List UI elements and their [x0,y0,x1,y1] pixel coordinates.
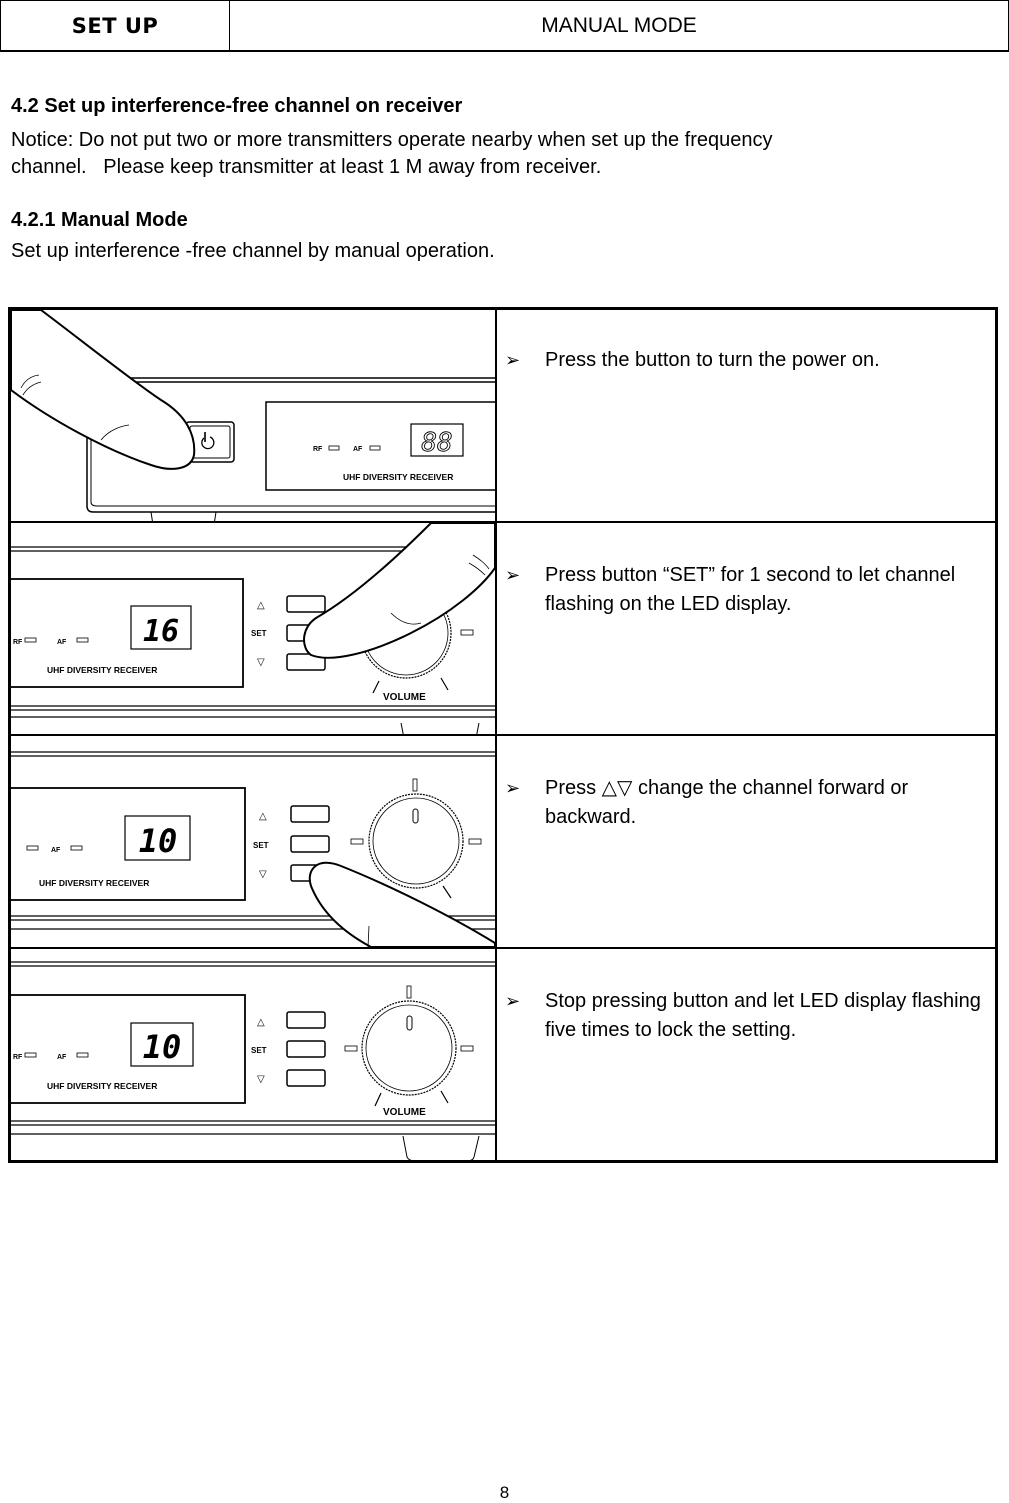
led-digits: 88 [421,428,452,458]
model-label: UHF DIVERSITY RECEIVER [47,1081,157,1091]
step-row: RF AF 88 UHF DIVERSITY RECEIVER ➢ Press … [8,307,998,523]
model-label: UHF DIVERSITY RECEIVER [39,878,149,888]
led-digits: 10 [143,1028,182,1066]
step-row: AF 10 UHF DIVERSITY RECEIVER △ SET ▽ ➢ P… [8,734,998,949]
bullet-arrow-icon: ➢ [505,565,521,585]
set-label: SET [253,841,269,850]
step-description: ➢ Stop pressing button and let LED displ… [495,947,998,1163]
step-text: Stop pressing button and let LED display… [545,990,981,1041]
step-illustration: RF AF 10 UHF DIVERSITY RECEIVER △ SET ▽ [8,947,497,1163]
set-label: SET [251,629,267,638]
step-text: Press button “SET” for 1 second to let c… [545,564,956,615]
up-arrow-icon: △ [257,600,265,611]
step-illustration: RF AF 16 UHF DIVERSITY RECEIVER △ SET ▽ [8,521,497,736]
page-header: SET UP MANUAL MODE [0,0,1009,52]
af-label: AF [353,446,363,453]
bullet-arrow-icon: ➢ [505,991,521,1011]
up-button[interactable] [286,1011,326,1029]
set-button[interactable] [290,835,330,853]
step-text: Press the button to turn the power on. [545,349,880,371]
notice-line-2: channel. Please keep transmitter at leas… [11,156,602,178]
af-label: AF [51,847,61,854]
volume-knob[interactable] [361,1000,457,1096]
notice-line-1: Notice: Do not put two or more transmitt… [11,129,773,151]
rf-label: RF [13,639,23,646]
rf-led [24,637,37,643]
page-title: MANUAL MODE [541,13,697,37]
step-description: ➢ Press △▽ change the channel forward or… [495,734,998,949]
down-button[interactable] [286,1069,326,1087]
receiver-locked-illustration: RF AF 10 UHF DIVERSITY RECEIVER △ SET ▽ [11,961,495,1160]
receiver-channel-illustration: AF 10 UHF DIVERSITY RECEIVER △ SET ▽ [11,751,495,946]
section-label: SET UP [1,1,230,50]
intro-text: Set up interference -free channel by man… [11,240,495,262]
rf-led [328,445,340,451]
rf-label: RF [313,446,323,453]
finger-icon [11,310,196,470]
step-illustration: RF AF 88 UHF DIVERSITY RECEIVER [8,307,497,523]
step-description: ➢ Press button “SET” for 1 second to let… [495,521,998,736]
led-digits: 10 [139,822,178,860]
subsection-heading: 4.2.1 Manual Mode [11,209,188,231]
finger-icon [308,861,495,946]
rf-label: RF [13,1054,23,1061]
volume-label: VOLUME [383,692,426,703]
set-label: SET [251,1046,267,1055]
up-arrow-icon: △ [257,1017,265,1028]
up-button[interactable] [286,595,326,613]
af-led [76,1052,89,1058]
receiver-set-illustration: RF AF 16 UHF DIVERSITY RECEIVER △ SET ▽ [11,524,495,733]
af-led [369,445,381,451]
up-arrow-icon: △ [259,811,267,822]
step-description: ➢ Press the button to turn the power on. [495,307,998,523]
steps-table: RF AF 88 UHF DIVERSITY RECEIVER ➢ Press … [8,307,998,1163]
rf-led [24,1052,37,1058]
step-illustration: AF 10 UHF DIVERSITY RECEIVER △ SET ▽ [8,734,497,949]
step-row: RF AF 16 UHF DIVERSITY RECEIVER △ SET ▽ [8,521,998,736]
af-label: AF [57,639,67,646]
volume-label: VOLUME [383,1107,426,1118]
bullet-arrow-icon: ➢ [505,350,521,370]
af-led [76,637,89,643]
notice-text: Notice: Do not put two or more transmitt… [11,127,971,181]
step-text: Press △▽ change the channel forward or b… [545,777,909,828]
model-label: UHF DIVERSITY RECEIVER [47,665,157,675]
section-heading: 4.2 Set up interference-free channel on … [11,95,463,117]
af-led [70,845,83,851]
down-arrow-icon: ▽ [257,657,265,668]
volume-knob[interactable] [368,793,464,889]
power-icon [201,432,215,450]
set-button[interactable] [286,1040,326,1058]
step-row: RF AF 10 UHF DIVERSITY RECEIVER △ SET ▽ [8,947,998,1163]
receiver-power-illustration: RF AF 88 UHF DIVERSITY RECEIVER [11,310,495,521]
down-arrow-icon: ▽ [257,1074,265,1085]
down-arrow-icon: ▽ [259,869,267,880]
af-label: AF [57,1054,67,1061]
page-number: 8 [499,1483,510,1502]
rf-led [26,845,39,851]
bullet-arrow-icon: ➢ [505,778,521,798]
led-digits: 16 [143,614,179,649]
model-label: UHF DIVERSITY RECEIVER [343,472,453,482]
finger-icon [303,524,495,659]
up-button[interactable] [290,805,330,823]
